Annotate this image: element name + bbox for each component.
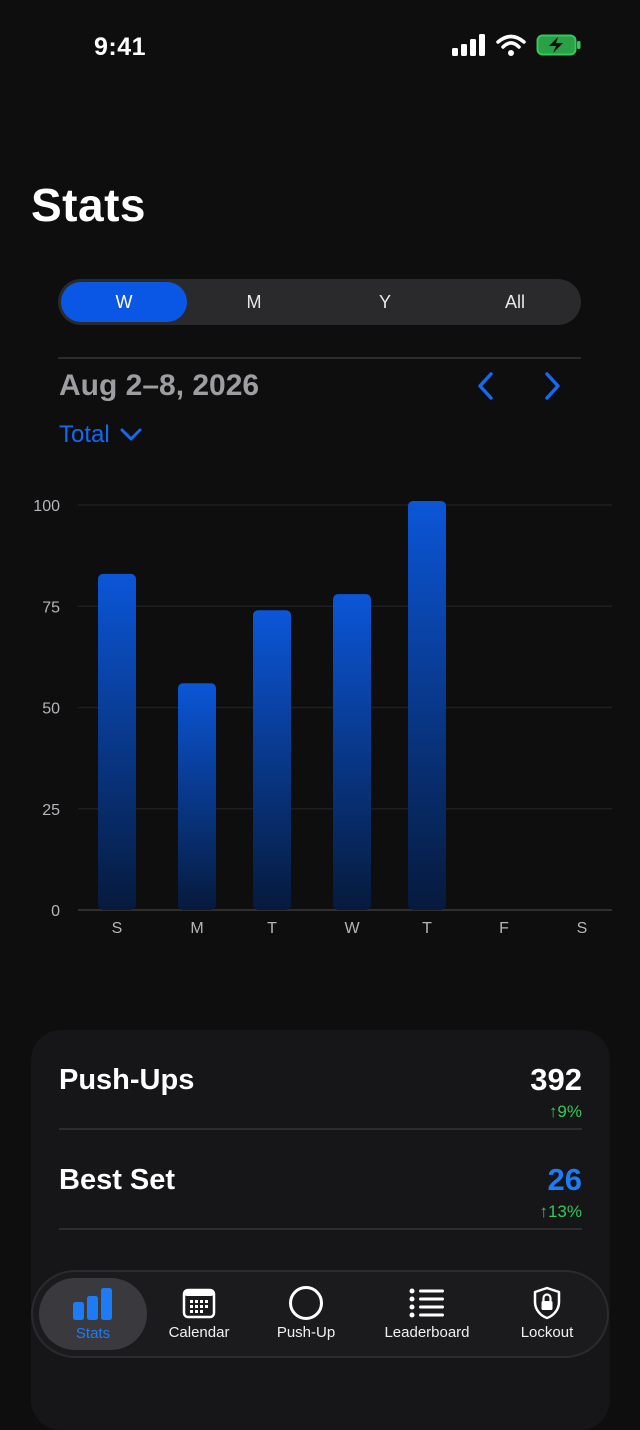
x-tick-label: F <box>499 920 509 937</box>
metric-dropdown-label: Total <box>59 421 110 448</box>
metric-dropdown[interactable]: Total <box>59 421 142 449</box>
y-tick-label: 50 <box>42 701 60 718</box>
period-tab-year[interactable]: Y <box>322 282 448 322</box>
bar-4[interactable] <box>408 500 446 910</box>
x-tick-label: W <box>344 920 360 937</box>
best-set-value: 26 <box>547 1162 582 1197</box>
period-segmented-control: W M Y All <box>58 279 581 325</box>
page-title: Stats <box>31 179 146 231</box>
x-tick-label: S <box>112 920 123 937</box>
tab-push-up[interactable]: Push-Up <box>261 1270 351 1358</box>
tab-stats[interactable]: Stats <box>39 1278 147 1350</box>
tab-leaderboard[interactable]: Leaderboard <box>371 1270 483 1358</box>
status-time: 9:41 <box>94 33 147 61</box>
y-tick-label: 100 <box>33 498 60 515</box>
tab-label: Calendar <box>168 1324 230 1341</box>
tab-label: Leaderboard <box>384 1324 470 1341</box>
status-bar: 9:41 <box>0 0 640 96</box>
y-tick-label: 0 <box>51 903 60 920</box>
period-tab-month[interactable]: M <box>191 282 317 322</box>
bar-0[interactable] <box>98 573 136 910</box>
y-tick-label: 25 <box>42 802 60 819</box>
pushups-value: 392 <box>530 1062 582 1097</box>
tab-lockout[interactable]: Lockout <box>505 1270 589 1358</box>
bar-2[interactable] <box>253 610 291 910</box>
calendar-icon <box>182 1288 216 1319</box>
bar-1[interactable] <box>178 683 216 910</box>
chevron-right-icon <box>545 372 560 400</box>
lock-shield-icon <box>533 1286 561 1320</box>
x-tick-label: M <box>190 920 203 937</box>
x-tick-label: T <box>422 920 432 937</box>
date-range-label: Aug 2–8, 2026 <box>59 369 260 402</box>
weekly-pushups-chart: 0 25 50 75 100 S M T W T F S <box>33 498 612 937</box>
divider <box>58 357 581 359</box>
tab-label: Stats <box>75 1325 111 1342</box>
period-tab-week[interactable]: W <box>61 282 187 322</box>
chevron-left-icon <box>478 372 493 400</box>
tab-label: Push-Up <box>276 1324 336 1341</box>
row-divider <box>59 1228 582 1230</box>
bar-chart-icon <box>73 1288 112 1320</box>
pushups-change: ↑9% <box>548 1102 582 1121</box>
tab-label: Lockout <box>520 1324 574 1341</box>
y-tick-label: 75 <box>42 599 60 616</box>
best-set-stat-row[interactable]: Best Set 26 ↑13% <box>59 1130 582 1230</box>
best-set-label: Best Set <box>59 1164 176 1196</box>
tab-bar: Stats Calendar Push-Up Leaderboard Locko… <box>31 1270 609 1358</box>
battery-charging-icon <box>536 34 581 56</box>
x-tick-label: S <box>577 920 588 937</box>
x-tick-label: T <box>267 920 277 937</box>
list-icon <box>409 1288 444 1318</box>
cellular-signal-icon <box>452 34 485 56</box>
circle-icon <box>289 1286 323 1320</box>
pushups-label: Push-Ups <box>59 1064 195 1096</box>
next-period-button[interactable] <box>536 370 566 402</box>
chevron-down-icon <box>120 428 142 441</box>
tab-calendar[interactable]: Calendar <box>155 1270 243 1358</box>
status-icons <box>452 34 582 56</box>
wifi-icon <box>496 34 526 56</box>
summary-card: Push-Ups 392 ↑9% Best Set 26 ↑13% <box>31 1030 610 1430</box>
bar-3[interactable] <box>333 594 371 910</box>
previous-period-button[interactable] <box>472 370 502 402</box>
pushups-stat-row[interactable]: Push-Ups 392 ↑9% <box>59 1030 582 1130</box>
period-tab-all[interactable]: All <box>452 282 578 322</box>
best-set-change: ↑13% <box>539 1202 582 1221</box>
